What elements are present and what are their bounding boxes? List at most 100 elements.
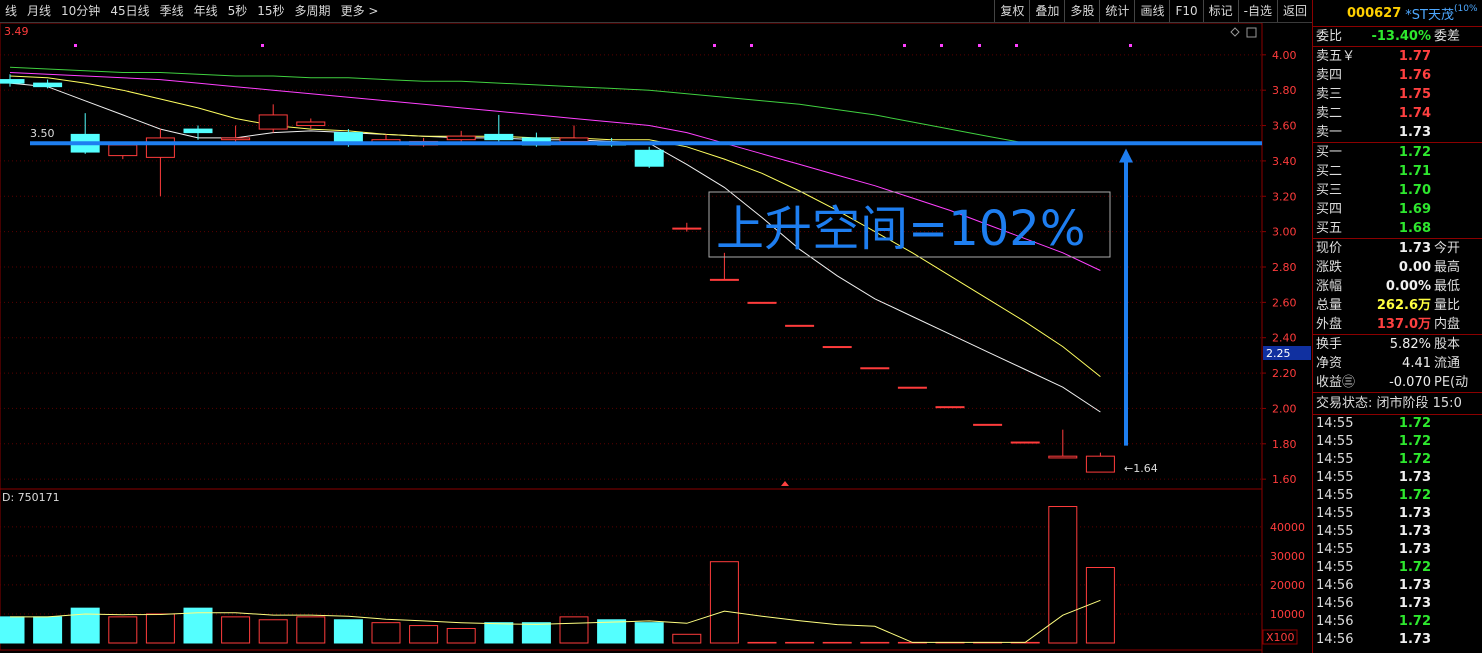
ask-level-4-value: 1.76: [1398, 68, 1431, 83]
period-tab-5[interactable]: 年线: [189, 0, 223, 22]
toolbar-button-8[interactable]: 返回: [1276, 0, 1312, 22]
price-tick-label: 3.40: [1272, 155, 1297, 168]
period-tab-8[interactable]: 多周期: [290, 0, 336, 22]
ask-level-3: 卖三 1.75: [1313, 85, 1482, 104]
tick-price: 1.73: [1398, 470, 1431, 485]
kline-chart[interactable]: 4.00 3.80 3.60 3.40 3.20 3.00 2.80 2.60 2.40 2.20…: [0, 23, 1312, 653]
period-tab-3[interactable]: 45日线: [105, 0, 154, 22]
volume-bar: [747, 641, 777, 644]
stat-1-label: 涨跌: [1316, 260, 1343, 275]
candle-body: [258, 114, 288, 130]
tick-price: 1.72: [1398, 434, 1431, 449]
period-tab-1[interactable]: 月线: [22, 0, 56, 22]
tick-list[interactable]: 14:55 1.72 14:55 1.72 14:55 1.72 14:55 1.73 14:5…: [1313, 415, 1482, 649]
quote-stats: 现价 1.73 今开 涨跌 0.00 最高 涨幅 0.00% 最低 总量 262.6万 量比 外盘 137…: [1313, 239, 1482, 335]
signal-dot: [713, 44, 716, 47]
bid-level-3-label: 买三: [1316, 183, 1343, 198]
candle-body: [221, 137, 251, 141]
tick-price: 1.73: [1398, 524, 1431, 539]
ask-level-4-label: 卖四: [1316, 68, 1343, 83]
volume-bar: [521, 622, 551, 644]
signal-dot: [1015, 44, 1018, 47]
bid-level-4-value: 1.69: [1398, 202, 1431, 217]
volume-bar: [108, 616, 138, 644]
toolbar-button-6[interactable]: 标记: [1202, 0, 1238, 22]
price-tick-label: 3.20: [1272, 190, 1297, 203]
trade-status-row: 交易状态: 闭市阶段 15:0: [1313, 393, 1482, 415]
tick-row: 14:55 1.72: [1313, 451, 1482, 469]
volume-bar: [634, 622, 664, 644]
tick-row: 14:55 1.72: [1313, 433, 1482, 451]
price-tick-label: 3.80: [1272, 84, 1297, 97]
fund-1-label: 净资: [1316, 356, 1343, 371]
volume-bar: [484, 622, 514, 644]
toolbar-button-2[interactable]: 多股: [1064, 0, 1099, 22]
candle-body: [33, 82, 63, 88]
volume-bar: [597, 619, 627, 644]
stat-0-value: 1.73: [1398, 241, 1431, 256]
volume-bar: [1085, 567, 1115, 644]
fund-0-label2: 股本: [1434, 337, 1461, 352]
tick-time: 14:55: [1316, 506, 1354, 521]
price-tick-label: 1.60: [1272, 473, 1297, 486]
ask-level-5-value: 1.77: [1398, 49, 1431, 64]
period-tab-6[interactable]: 5秒: [223, 0, 253, 22]
volume-bar: [145, 613, 175, 644]
resistance-label: 3.50: [30, 127, 55, 140]
toolbar-button-7[interactable]: -自选: [1237, 0, 1277, 22]
period-tab-7[interactable]: 15秒: [252, 0, 289, 22]
tick-row: 14:56 1.72: [1313, 613, 1482, 631]
volume-bar: [296, 616, 326, 644]
candle-body: [672, 227, 702, 230]
bid-level-1-value: 1.72: [1398, 145, 1431, 160]
ask-level-2: 卖二 1.74: [1313, 104, 1482, 123]
annotation-text: 上升空间=102%: [716, 201, 1085, 257]
volume-bar: [0, 616, 25, 644]
tick-price: 1.72: [1398, 614, 1431, 629]
stat-4-label2: 内盘: [1434, 317, 1461, 332]
price-tick-label: 1.80: [1272, 438, 1297, 451]
ask-level-2-value: 1.74: [1398, 106, 1431, 121]
volume-bar: [860, 641, 890, 644]
toolbar-button-4[interactable]: 画线: [1134, 0, 1169, 22]
volume-bar: [409, 625, 439, 644]
ask-level-5-label: 卖五￥: [1316, 49, 1356, 64]
candle-body: [785, 324, 815, 327]
tick-time: 14:55: [1316, 452, 1354, 467]
stat-1-label2: 最高: [1434, 260, 1461, 275]
price-tick-label: 2.20: [1272, 367, 1297, 380]
period-tab-0[interactable]: 线: [0, 0, 22, 22]
ask-level-2-label: 卖二: [1316, 106, 1343, 121]
stock-name: *ST天茂: [1405, 7, 1454, 23]
volume-tick-label: 10000: [1270, 608, 1305, 621]
period-tabs: 线月线 10分钟 45日线 季线 年线 5秒 15秒 多周期 更多 >: [0, 0, 383, 22]
volume-bar: [33, 616, 63, 644]
tick-price: 1.73: [1398, 506, 1431, 521]
ask-level-4: 卖四 1.76: [1313, 66, 1482, 85]
stat-1-value: 0.00: [1398, 260, 1431, 275]
ask-level-1-label: 卖一: [1316, 125, 1343, 140]
period-tab-2[interactable]: 10分钟: [56, 0, 105, 22]
period-tab-4[interactable]: 季线: [155, 0, 189, 22]
fund-2-label2: PE(动: [1434, 375, 1469, 390]
candle-body: [0, 79, 25, 84]
fundamental-stats: 换手 5.82% 股本 净资 4.41 流通 收益㊂ -0.070 PE(动: [1313, 335, 1482, 393]
volume-bar: [70, 607, 100, 644]
toolbar-button-5[interactable]: F10: [1169, 0, 1202, 22]
candle-body: [747, 301, 777, 304]
toolbar-button-3[interactable]: 统计: [1099, 0, 1134, 22]
bid-level-4-label: 买四: [1316, 202, 1343, 217]
toolbar-button-1[interactable]: 叠加: [1029, 0, 1064, 22]
fund-1-value: 4.41: [1402, 356, 1431, 371]
tick-row: 14:55 1.72: [1313, 415, 1482, 433]
ask-level-1-value: 1.73: [1398, 125, 1431, 140]
ask-level-5: 卖五￥ 1.77: [1313, 47, 1482, 66]
stock-header: 000627 *ST天茂 (10%: [1313, 0, 1482, 27]
volume-indicator-label: D: 750171: [2, 491, 60, 504]
candle-body: [108, 144, 138, 157]
chart-toolbar: 线月线 10分钟 45日线 季线 年线 5秒 15秒 多周期 更多 > 复权 叠加 多股 统计 画线 F1…: [0, 0, 1312, 23]
tick-price: 1.73: [1398, 542, 1431, 557]
period-tab-9[interactable]: 更多 >: [336, 0, 384, 22]
tick-price: 1.73: [1398, 578, 1431, 593]
toolbar-button-0[interactable]: 复权: [994, 0, 1029, 22]
